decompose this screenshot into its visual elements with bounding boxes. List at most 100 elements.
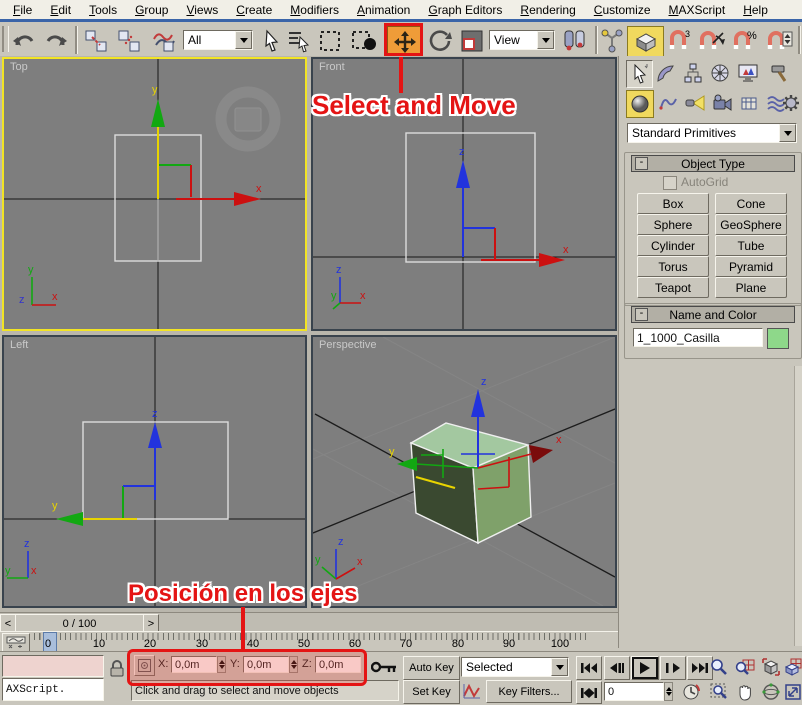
tube-button[interactable]: Tube — [715, 235, 787, 256]
pan-hand-icon[interactable] — [734, 680, 756, 704]
cone-button[interactable]: Cone — [715, 193, 787, 214]
menu-edit[interactable]: Edit — [41, 2, 80, 18]
menu-tools[interactable]: Tools — [80, 2, 126, 18]
modify-tab[interactable] — [653, 60, 678, 86]
shapes-category-icon[interactable] — [656, 90, 680, 116]
min-max-toggle-icon[interactable] — [783, 680, 802, 704]
ruler-number: 70 — [391, 638, 421, 650]
geosphere-button[interactable]: GeoSphere — [715, 214, 787, 235]
bind-to-space-warp-icon[interactable] — [147, 27, 178, 55]
previous-frame-button[interactable] — [604, 656, 630, 680]
viewport-perspective[interactable]: Perspective z x y — [311, 335, 617, 608]
set-key-button[interactable]: Set Key — [403, 680, 460, 704]
menu-graph-editors[interactable]: Graph Editors — [419, 2, 511, 18]
select-and-rotate-icon[interactable] — [425, 27, 455, 55]
torus-button[interactable]: Torus — [637, 256, 709, 277]
key-icon[interactable] — [370, 657, 398, 677]
auto-key-button[interactable]: Auto Key — [403, 656, 460, 680]
snaps-toggle-button[interactable] — [627, 26, 664, 58]
play-button[interactable] — [631, 656, 659, 680]
rectangular-selection-region-icon[interactable] — [316, 27, 344, 55]
zoom-extents-all-icon[interactable] — [783, 655, 802, 679]
menu-help[interactable]: Help — [734, 2, 777, 18]
hierarchy-tab[interactable] — [680, 60, 705, 86]
arc-rotate-icon[interactable] — [760, 680, 782, 704]
next-frame-button[interactable] — [660, 656, 686, 680]
reference-coordsys-dropdown[interactable]: View — [489, 30, 555, 50]
percent-snap-toggle-icon[interactable]: % — [731, 27, 761, 55]
select-and-link-icon[interactable] — [81, 27, 111, 55]
create-tab[interactable] — [626, 60, 653, 88]
cameras-category-icon[interactable] — [710, 90, 734, 116]
angle-snap-toggle-icon[interactable] — [697, 27, 727, 55]
command-panel-scrollbar[interactable] — [794, 366, 802, 646]
autogrid-checkbox[interactable] — [663, 176, 677, 190]
current-frame-field[interactable]: 0 — [604, 682, 664, 701]
viewport-top[interactable]: Top y x y x z — [2, 57, 307, 331]
go-to-start-button[interactable] — [576, 656, 602, 680]
teapot-button[interactable]: Teapot — [637, 277, 709, 298]
pyramid-button[interactable]: Pyramid — [715, 256, 787, 277]
collapse-icon[interactable]: - — [635, 308, 648, 321]
menu-rendering[interactable]: Rendering — [511, 2, 584, 18]
box-button[interactable]: Box — [637, 193, 709, 214]
cylinder-button[interactable]: Cylinder — [637, 235, 709, 256]
zoom-all-icon[interactable] — [734, 655, 756, 679]
key-selection-dropdown[interactable]: Selected — [461, 657, 569, 677]
category-dropdown[interactable]: Standard Primitives — [627, 123, 797, 143]
name-color-rollout-header[interactable]: - Name and Color — [631, 306, 795, 323]
object-name-field[interactable]: 1_1000_Casilla — [633, 328, 763, 347]
dropdown-arrow-icon[interactable] — [551, 658, 568, 676]
dropdown-arrow-icon[interactable] — [779, 124, 796, 142]
open-mini-curve-editor-icon[interactable] — [2, 633, 30, 652]
select-and-manipulate-icon[interactable] — [599, 27, 624, 55]
select-and-scale-icon[interactable] — [457, 27, 487, 55]
object-type-rollout-header[interactable]: - Object Type — [631, 155, 795, 172]
macro-recorder-line[interactable] — [2, 655, 104, 677]
spinner-snap-toggle-icon[interactable] — [765, 27, 795, 55]
menu-modifiers[interactable]: Modifiers — [281, 2, 348, 18]
menu-views[interactable]: Views — [177, 2, 227, 18]
menu-group[interactable]: Group — [126, 2, 177, 18]
select-object-icon[interactable] — [258, 27, 283, 55]
selection-lock-icon[interactable] — [108, 658, 126, 679]
undo-icon[interactable] — [10, 27, 38, 55]
maxscript-listener-line[interactable]: AXScript. — [2, 678, 104, 701]
zoom-extents-icon[interactable] — [760, 655, 782, 679]
dropdown-arrow-icon[interactable] — [235, 31, 252, 49]
lights-category-icon[interactable] — [683, 90, 707, 116]
zoom-icon[interactable] — [708, 655, 730, 679]
key-mode-icon[interactable] — [461, 680, 483, 702]
window-crossing-icon[interactable] — [347, 27, 380, 55]
toolbar-drag-handle[interactable] — [2, 26, 9, 52]
menu-customize[interactable]: Customize — [585, 2, 660, 18]
region-zoom-icon[interactable] — [708, 680, 730, 704]
motion-tab[interactable] — [707, 60, 732, 86]
menu-animation[interactable]: Animation — [348, 2, 419, 18]
helpers-category-icon[interactable] — [737, 90, 761, 116]
time-configuration-icon[interactable] — [679, 681, 702, 702]
display-tab[interactable] — [734, 60, 762, 86]
collapse-icon[interactable]: - — [635, 157, 648, 170]
viewport-left[interactable]: Left z y z y x — [2, 335, 307, 608]
menu-file[interactable]: File — [4, 2, 41, 18]
object-color-swatch[interactable] — [767, 328, 789, 349]
snap-toggle-3d-icon[interactable]: 3 — [666, 27, 694, 55]
key-mode-toggle-button[interactable] — [576, 681, 602, 704]
menu-create[interactable]: Create — [227, 2, 281, 18]
utilities-tab[interactable] — [766, 60, 793, 86]
frame-spinner[interactable] — [664, 682, 673, 701]
selection-filter-dropdown[interactable]: All — [183, 30, 253, 50]
sphere-button[interactable]: Sphere — [637, 214, 709, 235]
redo-icon[interactable] — [42, 27, 70, 55]
time-slider-track[interactable]: < 0 / 100 > — [0, 612, 618, 631]
menu-maxscript[interactable]: MAXScript — [660, 2, 735, 18]
dropdown-arrow-icon[interactable] — [537, 31, 554, 49]
use-pivot-point-center-icon[interactable] — [559, 27, 591, 55]
geometry-category-icon[interactable] — [626, 90, 654, 118]
plane-button[interactable]: Plane — [715, 277, 787, 298]
key-filters-button[interactable]: Key Filters... — [486, 680, 572, 703]
systems-category-icon[interactable] — [780, 90, 802, 116]
select-by-name-icon[interactable] — [285, 27, 313, 55]
unlink-selection-icon[interactable] — [114, 27, 144, 55]
